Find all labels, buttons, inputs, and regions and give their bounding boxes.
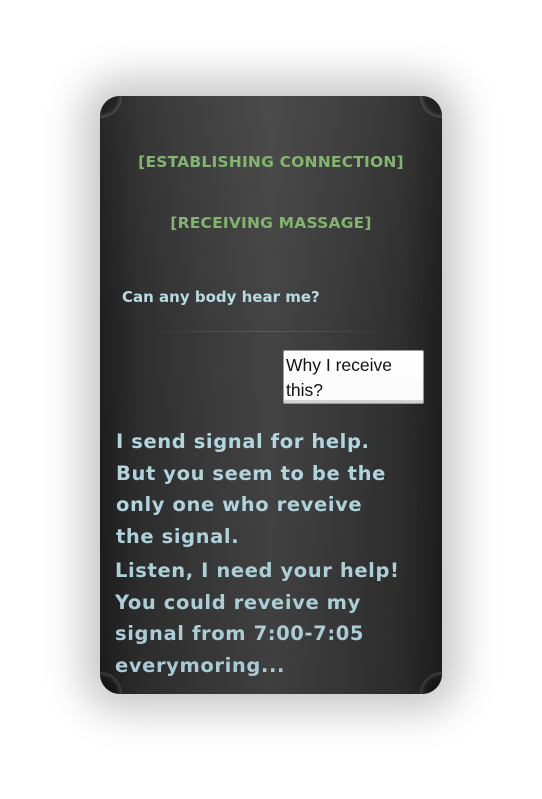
status-receiving-message: [RECEIVING MASSAGE] (170, 214, 372, 232)
divider (120, 331, 420, 332)
incoming-question: Can any body hear me? (122, 288, 320, 306)
reply-option-button[interactable]: Why I receive this? (283, 350, 424, 404)
corner-bolt-top-right (420, 96, 442, 118)
incoming-message-1: I send signal for help. But you seem to … (116, 430, 386, 548)
corner-bolt-top-left (100, 96, 122, 118)
chat-device-panel: [ESTABLISHING CONNECTION] [RECEIVING MAS… (100, 96, 442, 694)
status-establishing-connection: [ESTABLISHING CONNECTION] (138, 153, 404, 171)
incoming-message-2: Listen, I need your help! You could reve… (115, 559, 400, 677)
